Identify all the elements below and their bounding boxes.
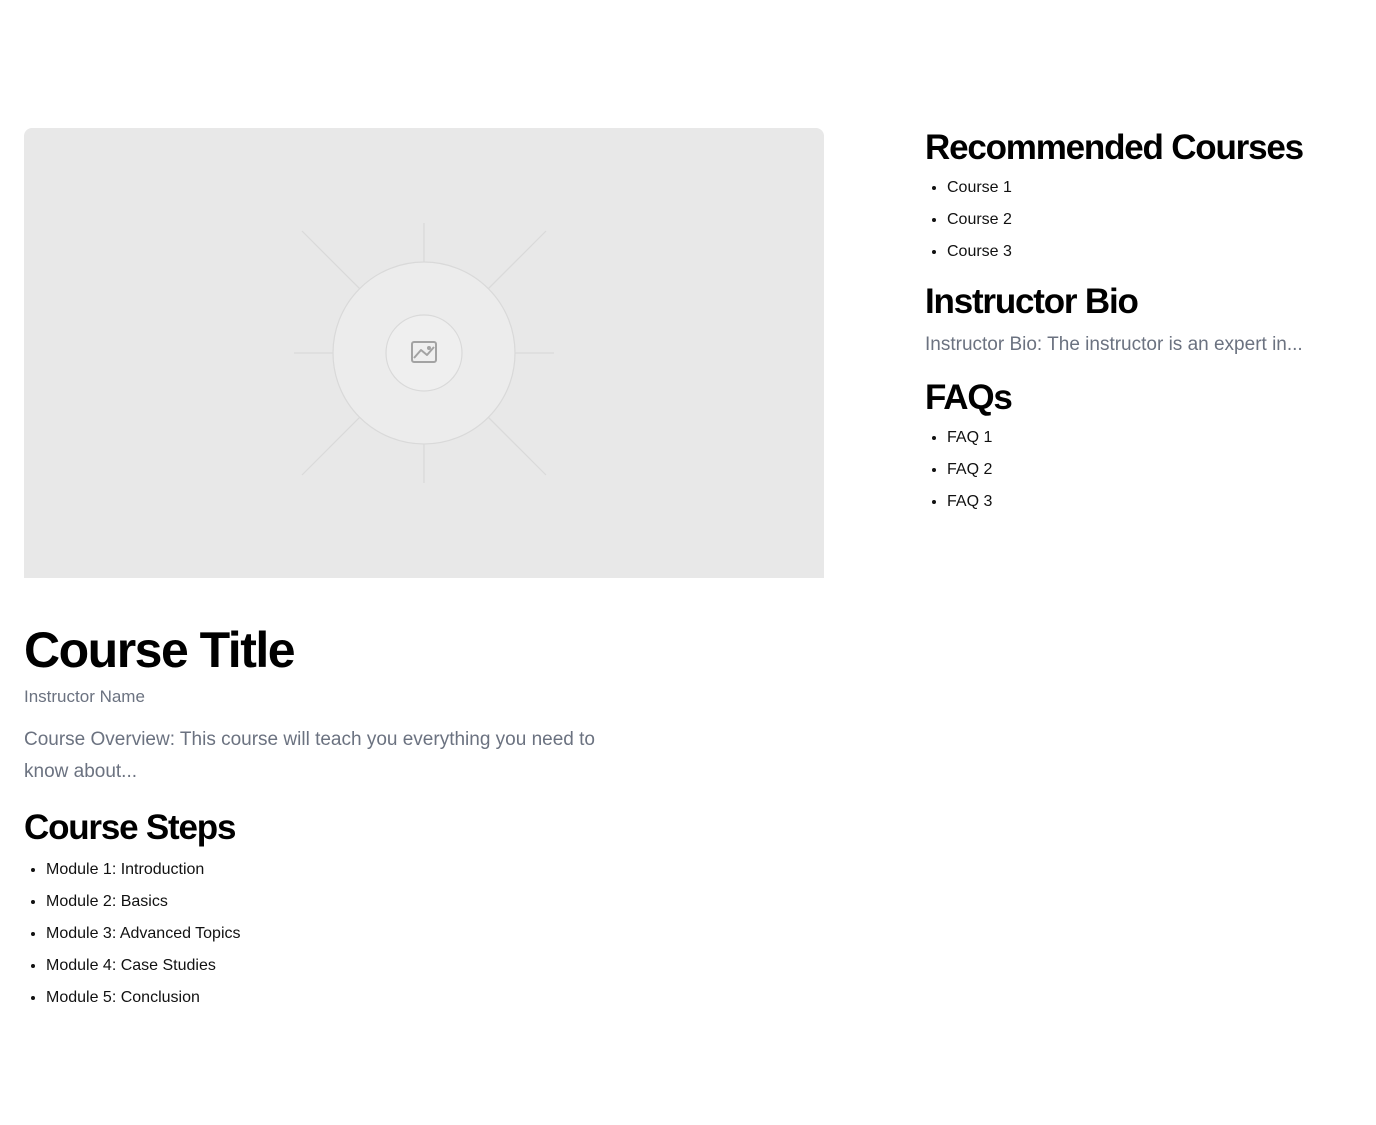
main-column: Course Title Instructor Name Course Over… <box>24 128 824 1014</box>
faq-list: FAQ 1 FAQ 2 FAQ 3 <box>925 422 1365 518</box>
course-step-item: Module 3: Advanced Topics <box>46 918 824 950</box>
sidebar: Recommended Courses Course 1 Course 2 Co… <box>925 128 1365 518</box>
recommended-course-item: Course 2 <box>947 204 1365 236</box>
image-placeholder-graphic <box>294 223 554 483</box>
course-title: Course Title <box>24 622 296 678</box>
page: Course Title Instructor Name Course Over… <box>0 0 1376 1125</box>
recommended-courses-heading: Recommended Courses <box>925 128 1304 167</box>
faq-item: FAQ 2 <box>947 454 1365 486</box>
faqs-heading: FAQs <box>925 378 1013 417</box>
recommended-course-item: Course 3 <box>947 236 1365 268</box>
course-step-item: Module 5: Conclusion <box>46 982 824 1014</box>
course-step-item: Module 4: Case Studies <box>46 950 824 982</box>
course-steps-heading: Course Steps <box>24 808 236 847</box>
course-hero-image <box>24 128 824 578</box>
course-steps-list: Module 1: Introduction Module 2: Basics … <box>24 854 824 1014</box>
course-step-item: Module 1: Introduction <box>46 854 824 886</box>
recommended-courses-list: Course 1 Course 2 Course 3 <box>925 172 1365 268</box>
instructor-name: Instructor Name <box>24 687 145 706</box>
instructor-bio-text: Instructor Bio: The instructor is an exp… <box>925 334 1303 355</box>
faq-item: FAQ 3 <box>947 486 1365 518</box>
recommended-course-item: Course 1 <box>947 172 1365 204</box>
instructor-bio-heading: Instructor Bio <box>925 282 1139 321</box>
course-overview: Course Overview: This course will teach … <box>24 729 595 782</box>
course-step-item: Module 2: Basics <box>46 886 824 918</box>
faq-item: FAQ 1 <box>947 422 1365 454</box>
